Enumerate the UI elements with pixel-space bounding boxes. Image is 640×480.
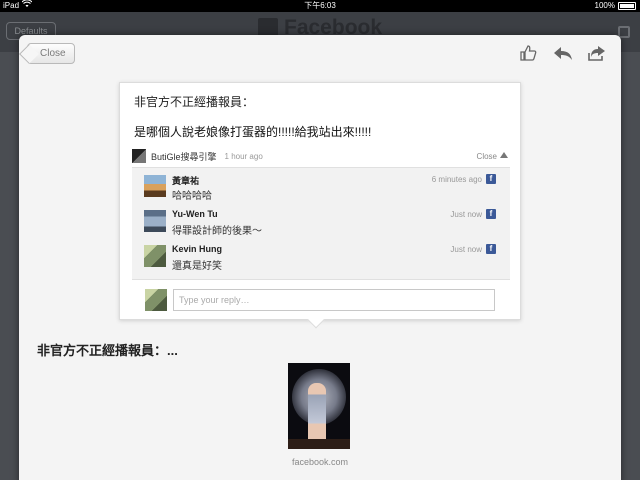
comment-text: 還真是好笑 [172, 261, 222, 272]
status-bar: iPad 下午6:03 100% [0, 0, 640, 12]
like-icon[interactable] [519, 45, 537, 61]
action-icons [519, 45, 605, 61]
source-avatar [132, 149, 146, 163]
reply-row [145, 288, 495, 312]
link-preview-image[interactable] [288, 363, 350, 449]
comment-time: 6 minutes ago [431, 175, 482, 184]
comment-author[interactable]: Yu-Wen Tu [172, 209, 218, 219]
comment-time: Just now [450, 210, 482, 219]
comment-item: Kevin Hung 還真是好笑 Just now f [144, 243, 496, 272]
link-preview-caption[interactable]: facebook.com [19, 457, 621, 467]
compose-icon [618, 26, 630, 38]
facebook-icon: f [486, 209, 496, 219]
post-time: 1 hour ago [224, 151, 263, 161]
post-source[interactable]: ButiGle搜尋引擎 [151, 150, 217, 163]
share-icon[interactable] [587, 45, 605, 61]
avatar[interactable] [144, 245, 166, 267]
post-author: 非官方不正經播報員： [134, 95, 255, 109]
image-figure [308, 383, 326, 441]
comment-list: 黃章祐 哈哈哈哈 6 minutes ago f Yu-Wen Tu 得罪設計師… [132, 167, 510, 280]
my-avatar [145, 289, 167, 311]
reply-icon[interactable] [553, 45, 572, 61]
post-meta: ButiGle搜尋引擎 1 hour ago Close [132, 147, 508, 165]
facebook-icon: f [486, 174, 496, 184]
comment-item: 黃章祐 哈哈哈哈 6 minutes ago f [144, 173, 496, 202]
facebook-icon: f [486, 244, 496, 254]
close-button[interactable]: Close [27, 43, 75, 64]
status-time: 下午6:03 [304, 1, 336, 10]
battery-icon [618, 2, 636, 10]
post-message: 是哪個人說老娘像打蛋器的!!!!!給我站出來!!!!! [134, 125, 372, 139]
comment-author[interactable]: 黃章祐 [172, 174, 199, 187]
link-preview-title[interactable]: 非官方不正經播報員：... [37, 340, 178, 359]
battery-percent: 100% [594, 1, 615, 10]
post-card: 非官方不正經播報員： 是哪個人說老娘像打蛋器的!!!!!給我站出來!!!!! B… [119, 82, 521, 329]
avatar[interactable] [144, 210, 166, 232]
comment-author[interactable]: Kevin Hung [172, 244, 222, 254]
reply-input[interactable] [173, 289, 495, 311]
post-detail-modal: Close 非官方不正經播報員： 是哪個人說老娘像打蛋器的!!!!!給我站出來!… [19, 35, 621, 480]
popover-arrow [307, 311, 325, 329]
comment-text: 哈哈哈哈 [172, 191, 212, 202]
avatar[interactable] [144, 175, 166, 197]
comment-item: Yu-Wen Tu 得罪設計師的後果～ Just now f [144, 208, 496, 237]
comment-time: Just now [450, 245, 482, 254]
collapse-comments-button[interactable]: Close [477, 152, 508, 161]
comment-text: 得罪設計師的後果～ [172, 226, 262, 237]
image-stage [288, 439, 350, 449]
